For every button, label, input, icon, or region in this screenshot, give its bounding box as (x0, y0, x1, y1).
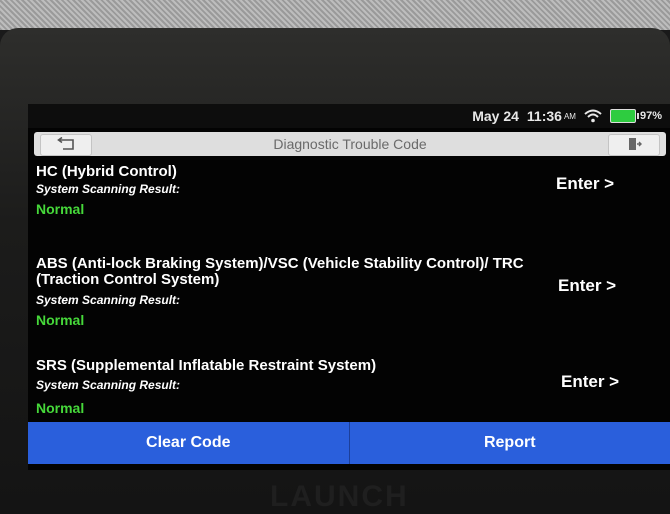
device-brand-logo: LAUNCH (270, 480, 409, 513)
report-button[interactable]: Report (350, 422, 670, 464)
scan-result-label: System Scanning Result: (36, 378, 181, 392)
scan-result-label: System Scanning Result: (36, 182, 181, 196)
scan-result-label: System Scanning Result: (36, 293, 181, 307)
status-ampm: AM (563, 111, 576, 121)
bottom-action-bar: Clear Code Report (28, 422, 670, 464)
system-name: HC (Hybrid Control) (36, 163, 177, 180)
status-bar: May 24 11:36 AM 97% (28, 104, 670, 128)
photo-background (0, 0, 670, 30)
exit-button[interactable] (608, 134, 660, 156)
battery-percentage: 97% (639, 110, 662, 122)
scan-status: Normal (36, 312, 85, 328)
status-time: 11:36 (526, 108, 562, 124)
device-screen: May 24 11:36 AM 97% Diagnostic Trouble C… (28, 104, 670, 470)
enter-button[interactable]: Enter > (561, 372, 619, 392)
back-arrow-icon (55, 136, 77, 154)
enter-button[interactable]: Enter > (556, 174, 614, 194)
back-button[interactable] (40, 134, 92, 156)
battery-icon (609, 109, 639, 123)
page-title: Diagnostic Trouble Code (273, 136, 427, 152)
system-name: SRS (Supplemental Inflatable Restraint S… (36, 357, 377, 374)
clear-code-button[interactable]: Clear Code (28, 422, 349, 464)
scan-status: Normal (36, 400, 85, 416)
exit-door-icon (626, 136, 642, 155)
enter-button[interactable]: Enter > (558, 276, 616, 296)
scan-status: Normal (36, 201, 85, 217)
title-bar: Diagnostic Trouble Code (34, 132, 666, 156)
system-name: ABS (Anti-lock Braking System)/VSC (Vehi… (36, 255, 524, 288)
wifi-icon (584, 109, 602, 123)
status-date: May 24 (472, 108, 519, 124)
